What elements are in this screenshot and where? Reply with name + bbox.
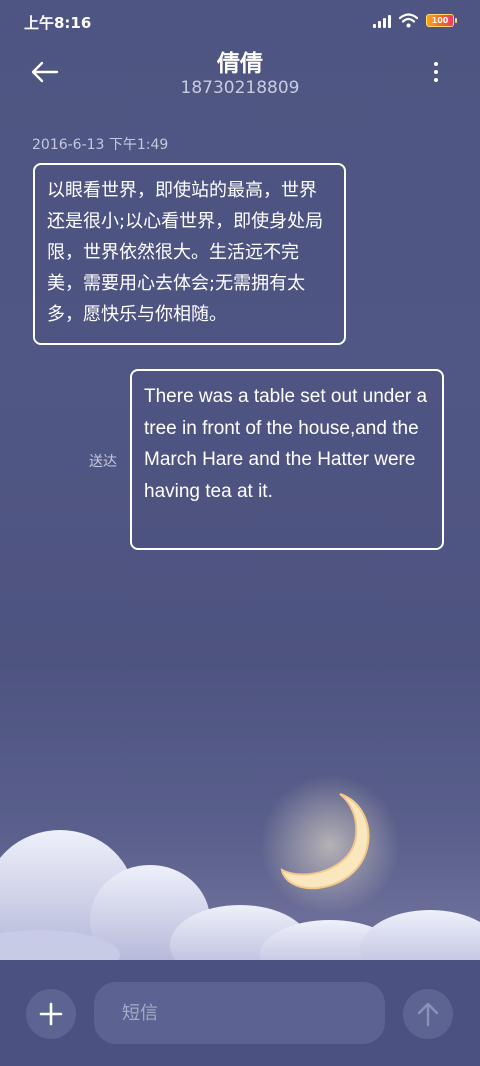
status-bar-time: 上午8:16 bbox=[24, 14, 92, 32]
plus-icon bbox=[39, 1002, 63, 1026]
delivery-status: 送达 bbox=[89, 454, 117, 470]
status-bar-icons: 100 bbox=[373, 13, 457, 28]
wifi-icon bbox=[399, 13, 418, 28]
moon-glow bbox=[260, 775, 400, 915]
battery-icon: 100 bbox=[426, 14, 457, 27]
cloud bbox=[360, 910, 480, 960]
message-timestamp: 2016-6-13 下午1:49 bbox=[32, 137, 169, 153]
incoming-message-bubble[interactable]: 以眼看世界，即使站的最高，世界还是很小;以心看世界，即使身处局限，世界依然很大。… bbox=[33, 163, 346, 345]
wallpaper-scene bbox=[0, 775, 480, 960]
signal-icon bbox=[373, 14, 391, 28]
more-vertical-icon bbox=[434, 62, 438, 66]
contact-number: 18730218809 bbox=[180, 78, 300, 98]
add-attachment-button[interactable] bbox=[26, 989, 76, 1039]
send-button[interactable] bbox=[403, 989, 453, 1039]
more-options-button[interactable] bbox=[424, 58, 448, 86]
message-input[interactable] bbox=[94, 982, 385, 1044]
arrow-up-icon bbox=[417, 1002, 439, 1027]
outgoing-message-bubble[interactable]: There was a table set out under a tree i… bbox=[130, 369, 444, 550]
contact-name: 倩倩 bbox=[217, 51, 263, 77]
battery-level: 100 bbox=[431, 16, 449, 25]
